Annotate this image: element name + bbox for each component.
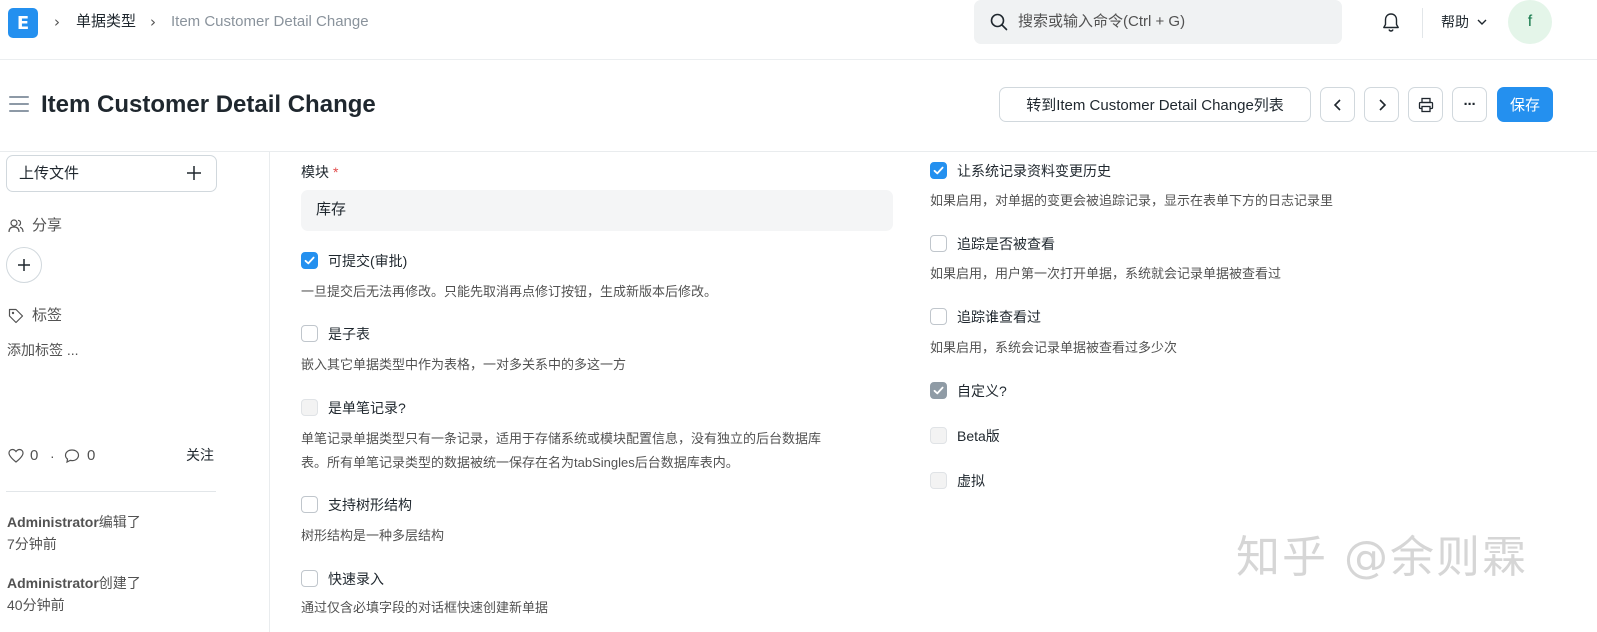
check-icon <box>933 386 944 395</box>
track-views-checkbox[interactable] <box>930 308 947 325</box>
activity-user[interactable]: Administrator <box>7 575 99 591</box>
comment-icon[interactable] <box>64 448 80 464</box>
breadcrumb-chevron-icon: › <box>54 13 60 31</box>
follow-button[interactable]: 关注 <box>186 446 214 464</box>
form-sidebar: 上传文件 分享 标签 添加标签 ... 0 · 0 关注 Administrat… <box>0 152 270 632</box>
add-tag-link[interactable]: 添加标签 ... <box>7 341 79 359</box>
likes-count: 0 <box>30 447 39 464</box>
is-single-description-line2: 表。所有单笔记录类型的数据被统一保存在名为tabSingles后台数据库表内。 <box>301 455 739 470</box>
breadcrumb-doctype[interactable]: 单据类型 <box>76 12 136 32</box>
activity-user[interactable]: Administrator <box>7 514 99 530</box>
track-seen-checkbox[interactable] <box>930 235 947 252</box>
module-input[interactable]: 库存 <box>301 190 893 231</box>
is-tree-checkbox[interactable] <box>301 496 318 513</box>
page-header: Item Customer Detail Change 转到Item Custo… <box>0 60 1597 152</box>
is-single-description-line1: 单笔记录单据类型只有一条记录，适用于存储系统或模块配置信息，没有独立的后台数据库 <box>301 431 822 446</box>
quick-entry-label: 快速录入 <box>328 571 384 587</box>
heart-icon[interactable] <box>8 448 24 464</box>
is-single-checkbox[interactable] <box>301 399 318 416</box>
separator-dot: · <box>50 448 55 464</box>
is-submittable-description: 一旦提交后无法再修改。只能先取消再点修订按钮，生成新版本后修改。 <box>301 284 718 299</box>
sidebar-toggle-icon[interactable] <box>9 96 29 112</box>
activity-time: 40分钟前 <box>7 597 65 613</box>
chevron-right-icon <box>1378 98 1386 111</box>
virtual-label: 虚拟 <box>957 473 985 489</box>
track-views-description: 如果启用，系统会记录单据被查看过多少次 <box>930 340 1178 355</box>
plus-icon <box>18 259 30 271</box>
custom-label: 自定义? <box>957 383 1007 399</box>
is-tree-label: 支持树形结构 <box>328 497 412 513</box>
is-child-table-checkbox[interactable] <box>301 325 318 342</box>
track-seen-description: 如果启用，用户第一次打开单据，系统就会记录单据被查看过 <box>930 266 1282 281</box>
save-button[interactable]: 保存 <box>1497 87 1553 122</box>
navbar: E › 单据类型 › Item Customer Detail Change 搜… <box>0 0 1597 60</box>
plus-icon <box>187 166 201 180</box>
search-placeholder: 搜索或输入命令(Ctrl + G) <box>1018 13 1186 30</box>
is-submittable-checkbox[interactable] <box>301 252 318 269</box>
module-value: 库存 <box>316 201 347 218</box>
breadcrumb-current[interactable]: Item Customer Detail Change <box>171 12 369 32</box>
is-child-table-description: 嵌入其它单据类型中作为表格，一对多关系中的多这一方 <box>301 357 627 372</box>
track-seen-label: 追踪是否被查看 <box>957 236 1055 252</box>
track-changes-label: 让系统记录资料变更历史 <box>957 163 1111 179</box>
next-doc-button[interactable] <box>1364 87 1399 122</box>
navbar-divider <box>1422 8 1423 38</box>
required-mark: * <box>333 164 339 180</box>
is-submittable-label: 可提交(审批) <box>328 253 408 269</box>
breadcrumb-chevron-icon: › <box>150 13 156 31</box>
tags-label: 标签 <box>32 307 63 324</box>
virtual-checkbox[interactable] <box>930 472 947 489</box>
search-bar[interactable]: 搜索或输入命令(Ctrl + G) <box>974 0 1342 44</box>
check-icon <box>933 166 944 175</box>
logo-letter: E <box>16 12 30 34</box>
track-views-label: 追踪谁查看过 <box>957 309 1041 325</box>
beta-checkbox[interactable] <box>930 427 947 444</box>
previous-doc-button[interactable] <box>1320 87 1355 122</box>
help-menu[interactable]: 帮助 <box>1441 12 1469 32</box>
chevron-down-icon[interactable] <box>1476 16 1488 28</box>
user-avatar[interactable]: f <box>1508 0 1552 44</box>
custom-checkbox[interactable] <box>930 382 947 399</box>
module-label-text: 模块 <box>301 164 329 180</box>
sidebar-divider <box>6 491 216 492</box>
is-single-label: 是单笔记录? <box>328 400 406 416</box>
page-title: Item Customer Detail Change <box>41 91 376 118</box>
is-tree-description: 树形结构是一种多层结构 <box>301 528 445 543</box>
users-icon <box>8 219 24 233</box>
notification-bell-icon[interactable] <box>1380 11 1402 33</box>
activity-action: 创建了 <box>98 575 141 591</box>
go-to-list-button[interactable]: 转到Item Customer Detail Change列表 <box>999 87 1311 122</box>
add-share-button[interactable] <box>6 247 42 283</box>
quick-entry-description: 通过仅含必填字段的对话框快速创建新单据 <box>301 600 549 615</box>
upload-file-button[interactable]: 上传文件 <box>6 155 217 192</box>
activity-action: 编辑了 <box>98 514 141 530</box>
comments-count: 0 <box>87 447 96 464</box>
more-actions-button[interactable]: ··· <box>1452 87 1487 122</box>
quick-entry-checkbox[interactable] <box>301 570 318 587</box>
track-changes-checkbox[interactable] <box>930 162 947 179</box>
activity-item: Administrator编辑了 <box>7 513 141 531</box>
app-logo[interactable]: E <box>8 8 38 38</box>
activity-item: Administrator创建了 <box>7 574 141 592</box>
tag-icon <box>8 308 24 324</box>
upload-file-label: 上传文件 <box>19 165 80 182</box>
track-changes-description: 如果启用，对单据的变更会被追踪记录，显示在表单下方的日志记录里 <box>930 193 1334 208</box>
search-icon <box>990 13 1008 31</box>
chevron-left-icon <box>1333 98 1341 111</box>
printer-icon <box>1418 97 1433 112</box>
watermark: 知乎 @余则霖 <box>1236 532 1528 583</box>
module-label: 模块 * <box>301 163 338 181</box>
activity-time: 7分钟前 <box>7 536 57 552</box>
beta-label: Beta版 <box>957 428 1000 444</box>
share-label: 分享 <box>32 217 63 234</box>
is-child-table-label: 是子表 <box>328 326 370 342</box>
check-icon <box>304 256 315 265</box>
print-button[interactable] <box>1408 87 1443 122</box>
